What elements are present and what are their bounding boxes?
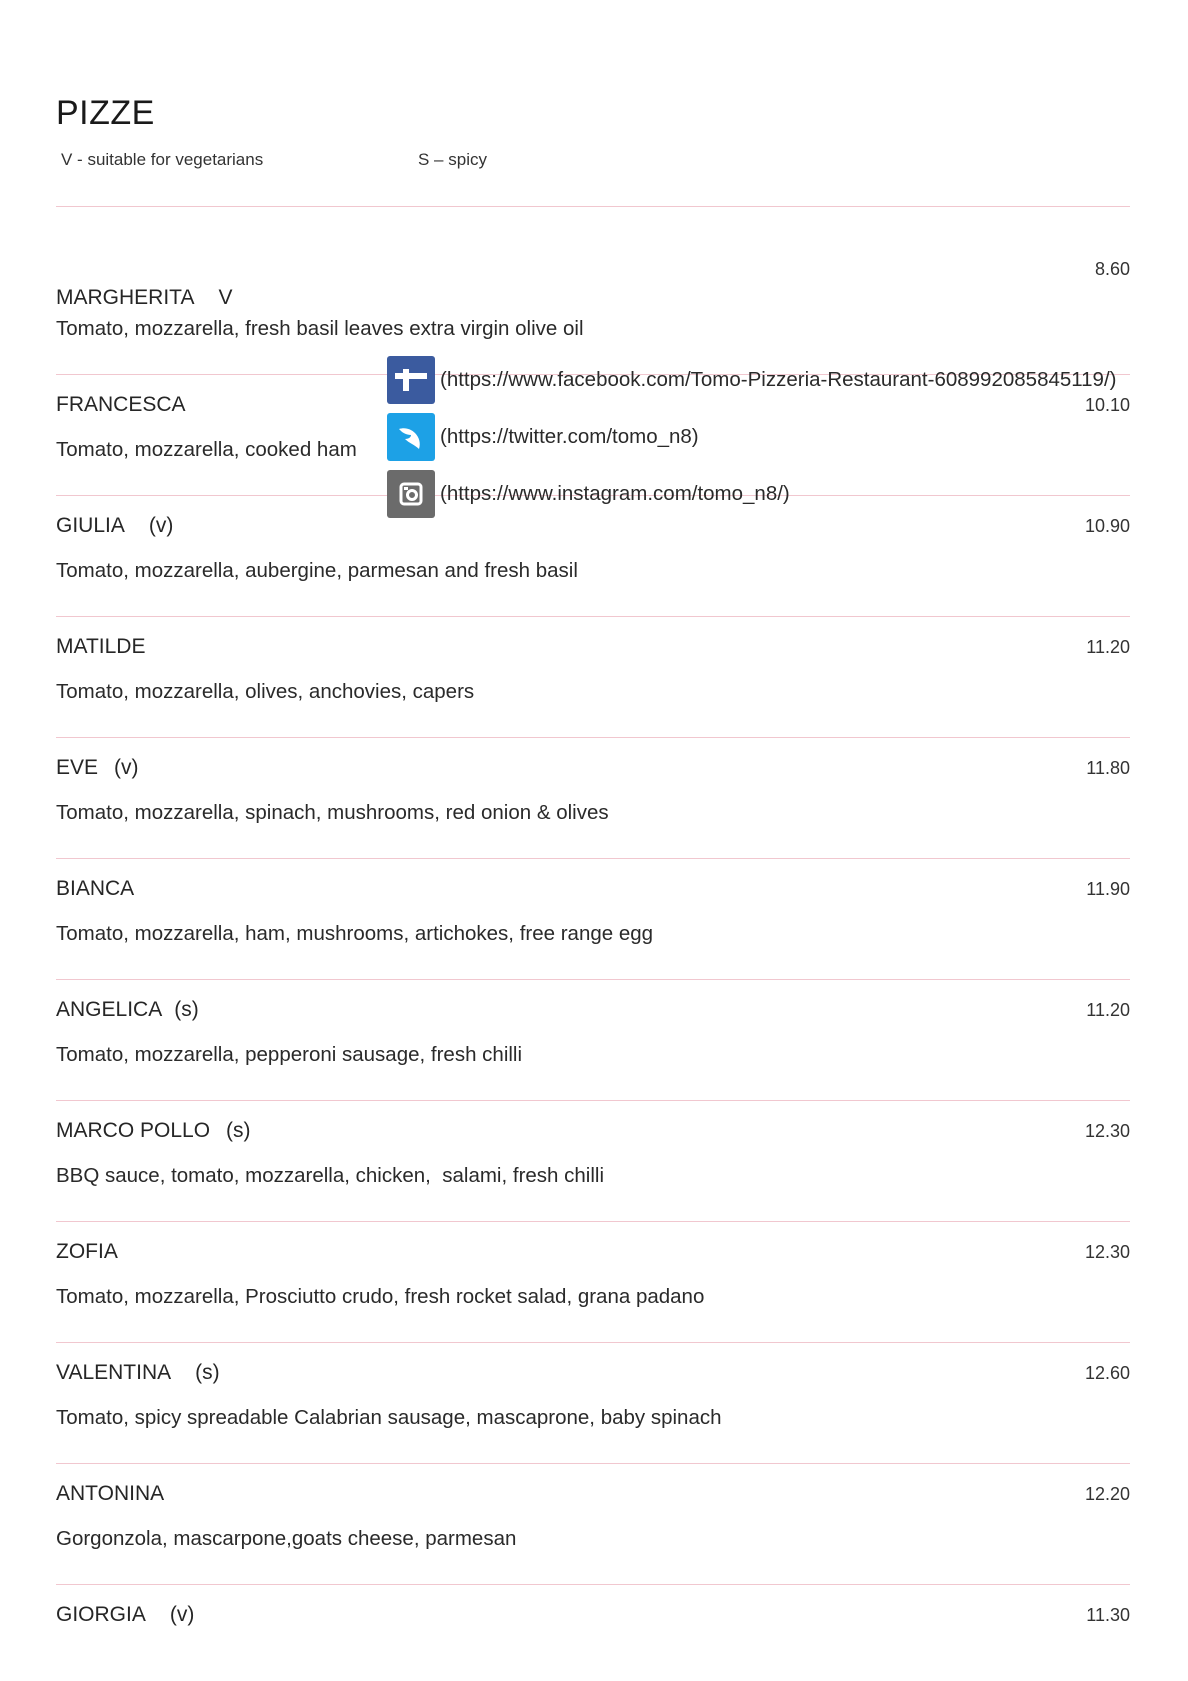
item-name: BIANCA <box>56 877 134 901</box>
divider <box>56 1463 1130 1464</box>
item-title: ANTONINA <box>56 1482 165 1505</box>
instagram-url[interactable]: (https://www.instagram.com/tomo_n8/) <box>440 482 790 506</box>
item-diet-tag: (s) <box>174 998 199 1021</box>
spicy-legend: S – spicy <box>418 150 487 169</box>
twitter-icon[interactable] <box>387 413 435 461</box>
item-title: ANGELICA <box>56 998 163 1021</box>
item-title: GIORGIA <box>56 1603 146 1626</box>
item-name: MATILDE <box>56 635 145 659</box>
item-price: 8.60 <box>1094 259 1130 279</box>
item-price: 11.80 <box>1086 758 1130 778</box>
item-description: Tomato, mozzarella, spinach, mushrooms, … <box>56 801 609 824</box>
item-diet-tag: (v) <box>114 756 139 779</box>
divider <box>56 979 1130 980</box>
item-price: 11.30 <box>1086 1605 1130 1625</box>
item-title: VALENTINA <box>56 1361 172 1384</box>
divider <box>56 1584 1130 1585</box>
item-name: ZOFIA <box>56 1240 118 1264</box>
item-price: 12.30 <box>1084 1121 1130 1141</box>
item-diet-tag: (s) <box>226 1119 251 1142</box>
item-name: MARGHERITA V <box>56 286 232 310</box>
page-title: PIZZE <box>56 94 155 132</box>
item-description: BBQ sauce, tomato, mozzarella, chicken, … <box>56 1164 605 1187</box>
divider <box>56 737 1130 738</box>
item-price: 10.90 <box>1084 516 1130 536</box>
item-description: Tomato, mozzarella, ham, mushrooms, arti… <box>56 922 654 945</box>
item-diet-tag: (s) <box>195 1361 220 1384</box>
item-title: GIULIA <box>56 514 125 537</box>
twitter-link[interactable]: (https://twitter.com/tomo_n8) <box>387 413 699 461</box>
instagram-icon[interactable] <box>387 470 435 518</box>
item-price: 11.20 <box>1086 1000 1130 1020</box>
item-price: 12.60 <box>1084 1363 1130 1383</box>
item-name: GIORGIA (v) <box>56 1603 194 1627</box>
item-title: MARCO POLLO <box>56 1119 211 1142</box>
twitter-url[interactable]: (https://twitter.com/tomo_n8) <box>440 425 699 449</box>
item-title: EVE <box>56 756 99 779</box>
item-name: ANGELICA (s) <box>56 998 199 1022</box>
divider <box>56 616 1130 617</box>
item-description: Tomato, mozzarella, aubergine, parmesan … <box>56 559 578 582</box>
instagram-link[interactable]: (https://www.instagram.com/tomo_n8/) <box>387 470 790 518</box>
facebook-url[interactable]: (https://www.facebook.com/Tomo-Pizzeria-… <box>440 368 1116 392</box>
item-description: Tomato, mozzarella, Prosciutto crudo, fr… <box>56 1285 705 1308</box>
item-price: 12.20 <box>1084 1484 1130 1504</box>
item-title: MATILDE <box>56 635 146 658</box>
item-description: Tomato, mozzarella, olives, anchovies, c… <box>56 680 475 703</box>
item-price: 11.90 <box>1086 879 1130 899</box>
item-name: EVE (v) <box>56 756 139 780</box>
divider <box>56 1342 1130 1343</box>
item-name: ANTONINA <box>56 1482 164 1506</box>
item-diet-tag: V <box>218 286 233 309</box>
item-title: MARGHERITA <box>56 286 195 309</box>
item-description: Tomato, mozzarella, fresh basil leaves e… <box>56 317 584 340</box>
item-price: 12.30 <box>1084 1242 1130 1262</box>
menu-page: PIZZE V - suitable for vegetarians S – s… <box>0 0 1188 1681</box>
item-title: BIANCA <box>56 877 135 900</box>
item-description: Tomato, mozzarella, cooked ham <box>56 438 357 461</box>
item-diet-tag: (v) <box>169 1603 195 1626</box>
vegetarian-legend: V - suitable for vegetarians <box>61 150 264 169</box>
item-name: MARCO POLLO (s) <box>56 1119 251 1143</box>
item-description: Tomato, spicy spreadable Calabrian sausa… <box>56 1406 722 1429</box>
divider <box>56 1100 1130 1101</box>
facebook-icon[interactable] <box>387 356 435 404</box>
facebook-link[interactable]: (https://www.facebook.com/Tomo-Pizzeria-… <box>387 356 1116 404</box>
item-title: FRANCESCA <box>56 393 186 416</box>
item-price: 11.20 <box>1086 637 1130 657</box>
divider <box>56 1221 1130 1222</box>
item-description: Tomato, mozzarella, pepperoni sausage, f… <box>56 1043 523 1066</box>
item-description: Gorgonzola, mascarpone,goats cheese, par… <box>56 1527 517 1550</box>
instagram-glyph <box>399 482 423 506</box>
twitter-glyph <box>399 428 420 449</box>
facebook-glyph <box>395 369 427 391</box>
divider <box>56 206 1130 207</box>
item-title: ZOFIA <box>56 1240 118 1263</box>
item-name: FRANCESCA <box>56 393 186 417</box>
item-name: GIULIA (v) <box>56 514 173 538</box>
divider <box>56 858 1130 859</box>
item-diet-tag: (v) <box>148 514 174 537</box>
item-name: VALENTINA (s) <box>56 1361 220 1385</box>
